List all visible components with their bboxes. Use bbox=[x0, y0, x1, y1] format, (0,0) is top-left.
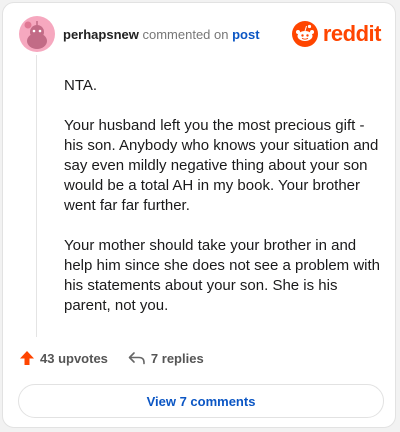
username[interactable]: perhapsnew bbox=[63, 27, 139, 42]
upvote-arrow-icon bbox=[20, 351, 34, 365]
view-comments-button[interactable]: View 7 comments bbox=[18, 384, 384, 418]
comment-actions: 43 upvotes 7 replies bbox=[19, 350, 204, 366]
reddit-logo-icon bbox=[291, 21, 318, 47]
thread-line bbox=[36, 55, 37, 337]
reddit-logo[interactable]: reddit bbox=[291, 21, 382, 47]
comment-paragraph: NTA. bbox=[64, 77, 98, 94]
avatar-icon bbox=[24, 21, 47, 49]
comment-paragraph: Your mother should take your brother in … bbox=[64, 237, 381, 314]
avatar[interactable] bbox=[19, 16, 55, 52]
comment-card: perhapsnew commented on post reddit NTA.… bbox=[2, 2, 396, 428]
reply-count: 7 replies bbox=[150, 350, 204, 366]
upvote-button[interactable]: 43 upvotes bbox=[19, 350, 108, 366]
upvote-count: 43 upvotes bbox=[40, 350, 108, 366]
comment-paragraph: Your husband left you the most precious … bbox=[64, 117, 379, 214]
action-text: commented on bbox=[142, 27, 229, 42]
replies-button[interactable]: 7 replies bbox=[128, 350, 204, 366]
brand-name: reddit bbox=[322, 21, 382, 46]
comment-header: perhapsnew commented on post bbox=[63, 27, 260, 42]
reply-arrow-icon bbox=[128, 352, 145, 365]
post-link[interactable]: post bbox=[232, 27, 259, 42]
comment-body: NTA. Your husband left you the most prec… bbox=[64, 76, 384, 336]
